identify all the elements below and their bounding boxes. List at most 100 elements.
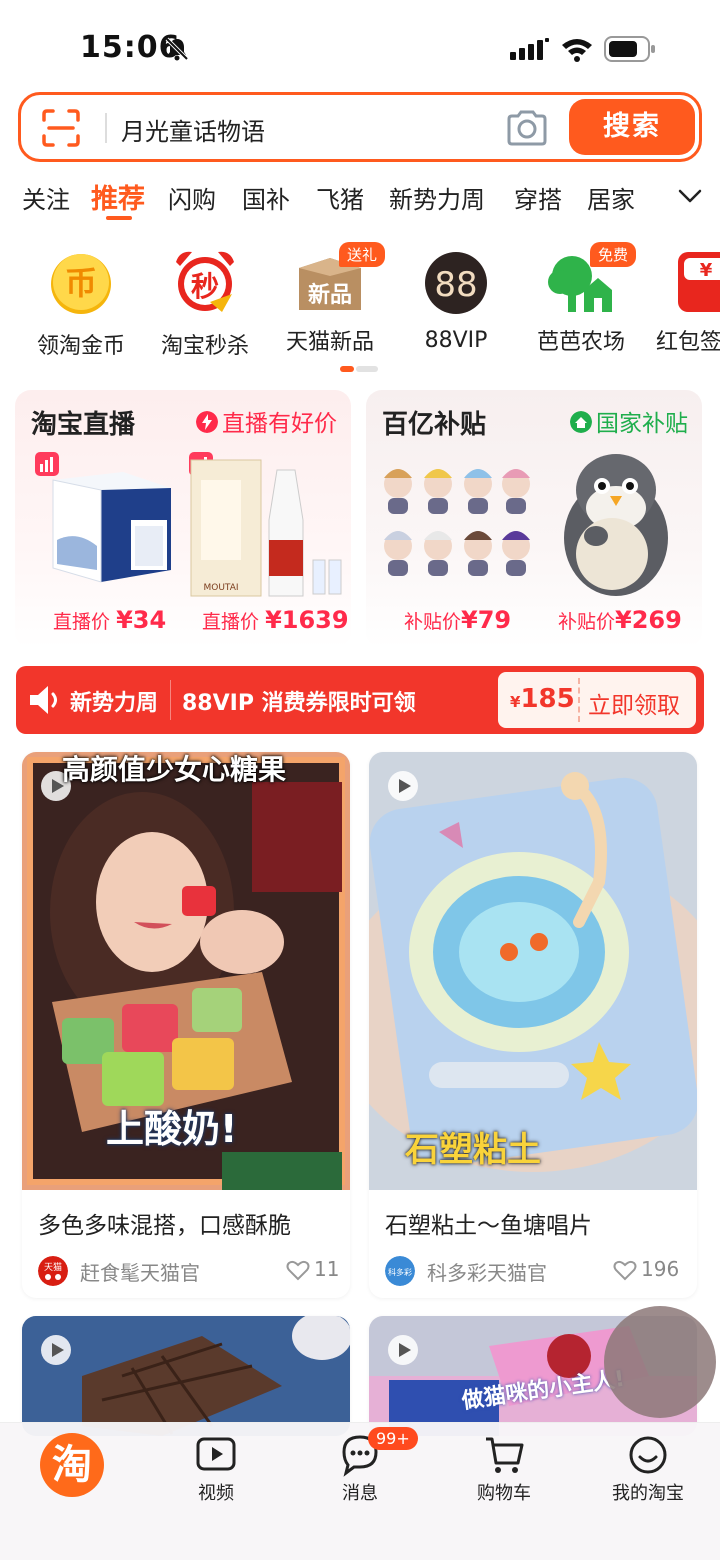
floating-assistant-button[interactable]	[604, 1306, 716, 1418]
carousel-dot	[356, 366, 378, 372]
home-taobao-button[interactable]: 淘	[40, 1433, 104, 1497]
feed-media[interactable]: 高颜值少女心糖果 上酸奶!	[22, 752, 350, 1190]
live-promo-tag-text: 直播有好价	[222, 411, 337, 437]
live-promo-card[interactable]: 淘宝直播 直播有好价 MOUTAI 直播价 ¥34 直播价 ¥1639	[15, 390, 351, 648]
quick-label: 红包签	[656, 330, 720, 355]
live-promo-tag: 直播有好价	[196, 404, 337, 438]
lightning-icon	[196, 411, 218, 433]
subsidy-price-1: 补贴价¥79	[404, 606, 512, 634]
gold-coin-icon: 币	[51, 254, 111, 314]
bell-off-icon	[165, 37, 189, 61]
live-price-2: 直播价 ¥1639	[202, 606, 349, 634]
claim-button[interactable]: 立即领取	[588, 686, 680, 720]
feed-media[interactable]: 石塑粘土	[369, 752, 697, 1190]
tab-fliggy[interactable]: 飞猪	[316, 180, 364, 215]
coupon-value: ¥185	[510, 684, 575, 714]
svg-text:科多彩: 科多彩	[388, 1267, 412, 1277]
tab-recommend[interactable]: 推荐	[91, 177, 145, 216]
quick-red-packet[interactable]: ¥ 红包签	[648, 246, 720, 356]
nav-cart[interactable]: 购物车	[449, 1433, 559, 1505]
play-icon	[388, 771, 418, 801]
like-count: 11	[314, 1257, 340, 1281]
shop-avatar: 天猫	[38, 1256, 68, 1286]
shop-avatar: 科多彩	[385, 1256, 415, 1286]
nav-label: 我的淘宝	[612, 1483, 684, 1504]
video-overlay-bottom: 石塑粘土	[405, 1130, 541, 1170]
feed-title: 石塑粘土～鱼塘唱片	[385, 1213, 592, 1239]
svg-text:¥: ¥	[700, 260, 713, 281]
quick-farm[interactable]: 免费 芭芭农场	[521, 242, 641, 356]
live-promo-title: 淘宝直播	[31, 410, 136, 440]
search-bar[interactable]: 月光童话物语 搜索	[18, 92, 702, 162]
profile-icon	[629, 1436, 667, 1474]
video-overlay-top: 高颜值少女心糖果	[62, 753, 287, 786]
coupon[interactable]: ¥185 立即领取	[498, 672, 696, 728]
svg-text:币: 币	[65, 264, 97, 302]
liquor-bottle-image: MOUTAI	[189, 452, 342, 597]
quick-new-product[interactable]: 新品 送礼 天猫新品	[270, 242, 390, 356]
feed-card[interactable]: 高颜值少女心糖果 上酸奶! 多色多味混搭，口感酥脆 天猫 赶食髦天猫官 11	[22, 752, 350, 1298]
search-input[interactable]: 月光童话物语	[121, 112, 265, 147]
tab-home[interactable]: 居家	[587, 180, 635, 215]
nav-label: 视频	[198, 1483, 234, 1504]
flash-sale-alarm-icon: 秒	[176, 251, 234, 312]
gift-badge: 送礼	[338, 242, 385, 267]
category-tabs: 关注 推荐 闪购 国补 飞猪 新势力周 穿搭 居家	[0, 172, 720, 222]
cart-icon	[486, 1437, 524, 1473]
bottom-nav: 淘 视频 消息 99+ 购物车 我的淘宝	[0, 1422, 720, 1560]
quick-label: 天猫新品	[285, 330, 374, 355]
quick-88vip[interactable]: 88 88VIP	[396, 246, 516, 353]
quick-gold-coin[interactable]: 币 领淘金币	[21, 246, 141, 360]
nav-my-taobao[interactable]: 我的淘宝	[593, 1433, 703, 1505]
shop-name[interactable]: 赶食髦天猫官	[80, 1257, 200, 1286]
carousel-indicator	[340, 366, 380, 372]
heart-icon[interactable]	[286, 1259, 310, 1281]
national-subsidy-icon	[570, 411, 592, 433]
subsidy-promo-card[interactable]: 百亿补贴 国家补贴 补贴价¥79 补贴价¥269	[366, 390, 702, 648]
play-icon	[388, 1335, 418, 1365]
message-badge: 99+	[368, 1427, 418, 1450]
subsidy-promo-tag: 国家补贴	[570, 404, 688, 438]
quick-label: 淘宝秒杀	[160, 334, 249, 359]
banner-label: 新势力周	[70, 691, 159, 716]
svg-text:88: 88	[434, 265, 477, 305]
feed-card[interactable]	[22, 1316, 350, 1436]
heart-icon[interactable]	[613, 1259, 637, 1281]
battery-icon	[604, 36, 655, 62]
camera-icon[interactable]	[505, 109, 549, 147]
feed-title: 多色多味混搭，口感酥脆	[38, 1213, 291, 1239]
quick-flash-sale[interactable]: 秒 淘宝秒杀	[145, 246, 265, 360]
vip-coupon-banner[interactable]: 新势力周 88VIP 消费券限时可领 ¥185 立即领取	[16, 666, 704, 734]
tab-subsidy[interactable]: 国补	[242, 180, 290, 215]
chevron-down-icon[interactable]	[676, 186, 704, 206]
nav-video[interactable]: 视频	[161, 1433, 271, 1505]
play-icon	[41, 1335, 71, 1365]
banner-text: 88VIP 消费券限时可领	[182, 691, 416, 716]
quick-label: 88VIP	[424, 328, 488, 353]
subsidy-promo-title: 百亿补贴	[382, 410, 487, 440]
svg-text:秒: 秒	[191, 270, 219, 303]
carousel-dot-active	[340, 366, 354, 372]
subsidy-price-2: 补贴价¥269	[558, 606, 682, 634]
tab-flash[interactable]: 闪购	[168, 180, 216, 215]
tab-new-power-week[interactable]: 新势力周	[389, 180, 485, 215]
video-overlay-bottom: 上酸奶!	[106, 1107, 238, 1151]
red-packet-icon: ¥	[678, 252, 720, 312]
live-price-1: 直播价 ¥34	[53, 606, 167, 634]
banner-divider	[170, 680, 171, 720]
search-button[interactable]: 搜索	[569, 99, 695, 155]
feed-card[interactable]: 石塑粘土 石塑粘土～鱼塘唱片 科多彩 科多彩天猫官 196	[369, 752, 697, 1298]
nav-label: 消息	[342, 1483, 378, 1504]
svg-text:MOUTAI: MOUTAI	[203, 583, 238, 593]
status-bar: 15:06	[0, 0, 720, 90]
tab-follow[interactable]: 关注	[22, 180, 70, 215]
scan-icon[interactable]	[41, 108, 81, 148]
vip-88-icon: 88	[425, 252, 487, 314]
tab-active-indicator	[106, 216, 132, 220]
shop-name[interactable]: 科多彩天猫官	[427, 1257, 547, 1286]
coupon-separator	[578, 678, 580, 722]
tab-outfit[interactable]: 穿搭	[514, 180, 562, 215]
nav-label: 购物车	[477, 1483, 531, 1504]
free-badge: 免费	[589, 242, 636, 267]
like-count: 196	[641, 1257, 680, 1281]
